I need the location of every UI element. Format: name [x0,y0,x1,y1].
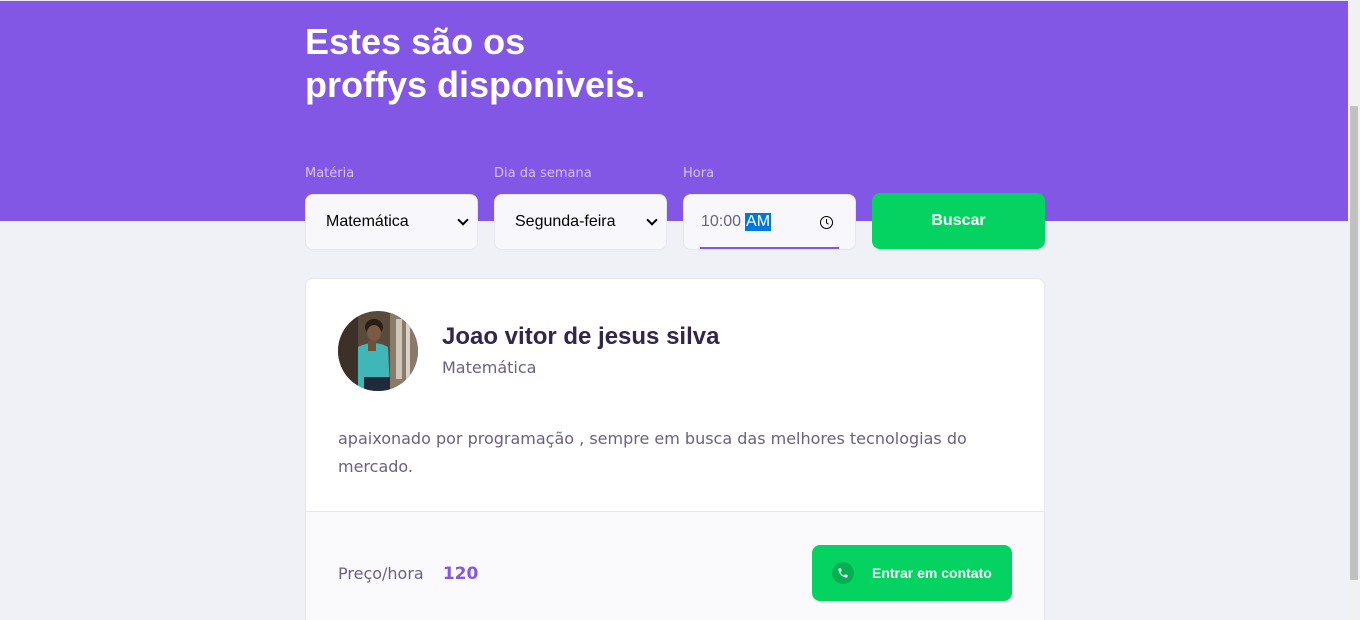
chevron-down-icon [646,214,658,226]
contact-button-label: Entrar em contato [872,565,992,581]
chevron-down-icon [457,214,469,226]
weekday-select-value: Segunda-feira [515,213,616,230]
clock-icon[interactable] [820,216,833,229]
card-footer: Preço/hora 120 Entrar em contato [306,511,1044,620]
time-input[interactable]: 10:00 AM [683,194,856,250]
contact-button[interactable]: Entrar em contato [812,545,1012,601]
weekday-label: Dia da semana [494,166,592,181]
teacher-name: Joao vitor de jesus silva [442,323,720,350]
subject-select[interactable]: Matemática [305,194,478,250]
search-button[interactable]: Buscar [872,193,1045,249]
teacher-bio: apaixonado por programação , sempre em b… [338,429,967,476]
weekday-select[interactable]: Segunda-feira [494,194,667,250]
teacher-subject: Matemática [442,358,537,377]
subject-label: Matéria [305,166,355,181]
subject-select-value: Matemática [326,213,409,230]
whatsapp-icon [832,562,854,584]
price-row: Preço/hora 120 [338,564,478,584]
time-label: Hora [683,166,715,181]
price-value: 120 [442,564,479,584]
avatar [338,311,418,391]
title-line-2: proffys disponiveis. [305,64,646,105]
time-input-value: 10:00 [701,213,742,230]
page-header: Estes são os proffys disponiveis. [0,0,1348,221]
page-title: Estes são os proffys disponiveis. [305,20,725,106]
time-ampm-segment[interactable]: AM [745,213,772,231]
vertical-scrollbar[interactable] [1348,0,1360,620]
title-line-1: Estes são os [305,21,526,62]
price-label: Preço/hora [338,564,424,583]
teacher-card: Joao vitor de jesus silva Matemática apa… [305,278,1045,620]
scrollbar-thumb[interactable] [1350,106,1358,580]
focus-underline [700,247,839,249]
